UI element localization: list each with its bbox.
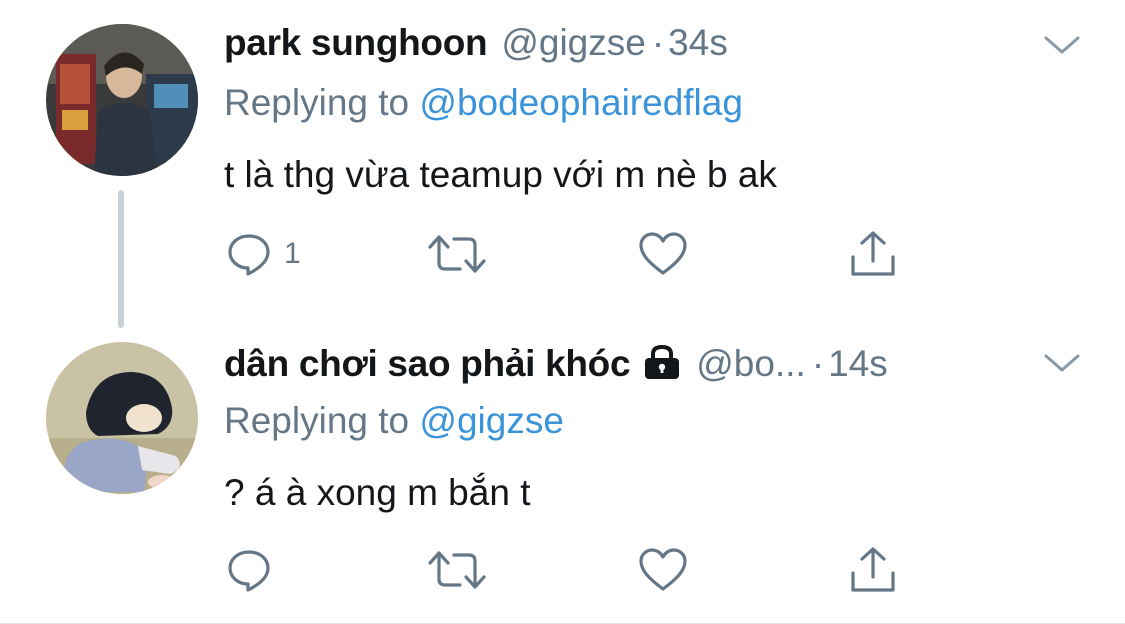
replying-to: Replying to @gigzse bbox=[224, 400, 564, 442]
replying-mention[interactable]: @gigzse bbox=[419, 400, 564, 441]
retweet-icon bbox=[426, 547, 488, 593]
reply-count: 1 bbox=[284, 237, 301, 270]
display-name[interactable]: park sunghoon bbox=[224, 22, 488, 64]
replying-mention[interactable]: @bodeophairedflag bbox=[419, 82, 743, 123]
reply-button[interactable] bbox=[226, 542, 284, 598]
share-button[interactable] bbox=[848, 542, 898, 598]
tweet-text: ? á à xong m bắn t bbox=[224, 472, 531, 513]
reply-icon bbox=[226, 547, 272, 593]
retweet-button[interactable] bbox=[426, 226, 488, 282]
separator-dot: · bbox=[811, 343, 825, 384]
avatar-photo bbox=[46, 24, 198, 176]
replying-to: Replying to @bodeophairedflag bbox=[224, 82, 743, 124]
timestamp[interactable]: 34s bbox=[668, 22, 728, 64]
replying-prefix: Replying to bbox=[224, 400, 420, 441]
share-button[interactable] bbox=[848, 226, 898, 282]
user-handle[interactable]: @gigzse bbox=[501, 22, 646, 64]
avatar-photo bbox=[46, 342, 198, 494]
chevron-down-icon[interactable] bbox=[1042, 30, 1082, 60]
like-icon bbox=[638, 231, 688, 277]
avatar[interactable] bbox=[46, 342, 198, 494]
tweet[interactable]: park sunghoon @gigzse · 34s Replying to … bbox=[0, 0, 1125, 328]
tweet-actions bbox=[224, 542, 924, 598]
lock-icon bbox=[642, 344, 682, 380]
retweet-icon bbox=[426, 231, 488, 277]
share-icon bbox=[848, 545, 898, 595]
like-button[interactable] bbox=[638, 226, 688, 282]
reply-icon bbox=[226, 231, 272, 277]
retweet-button[interactable] bbox=[426, 542, 488, 598]
like-icon bbox=[638, 547, 688, 593]
chevron-down-icon[interactable] bbox=[1042, 348, 1082, 378]
share-icon bbox=[848, 229, 898, 279]
tweet-header: dân chơi sao phải khóc @bo... · 14s bbox=[224, 340, 888, 388]
user-handle[interactable]: @bo... bbox=[696, 343, 806, 385]
tweet[interactable]: dân chơi sao phải khóc @bo... · 14s Repl… bbox=[0, 318, 1125, 624]
replying-prefix: Replying to bbox=[224, 82, 420, 123]
display-name[interactable]: dân chơi sao phải khóc bbox=[224, 343, 631, 385]
like-button[interactable] bbox=[638, 542, 688, 598]
tweet-header: park sunghoon @gigzse · 34s bbox=[224, 22, 728, 70]
thread-connector bbox=[118, 190, 124, 328]
avatar[interactable] bbox=[46, 24, 198, 176]
tweet-actions: 1 bbox=[224, 226, 924, 282]
timestamp[interactable]: 14s bbox=[828, 343, 888, 385]
reply-button[interactable]: 1 bbox=[226, 226, 301, 282]
separator-dot: · bbox=[651, 22, 665, 63]
tweet-text: t là thg vừa teamup với m nè b ak bbox=[224, 154, 777, 195]
